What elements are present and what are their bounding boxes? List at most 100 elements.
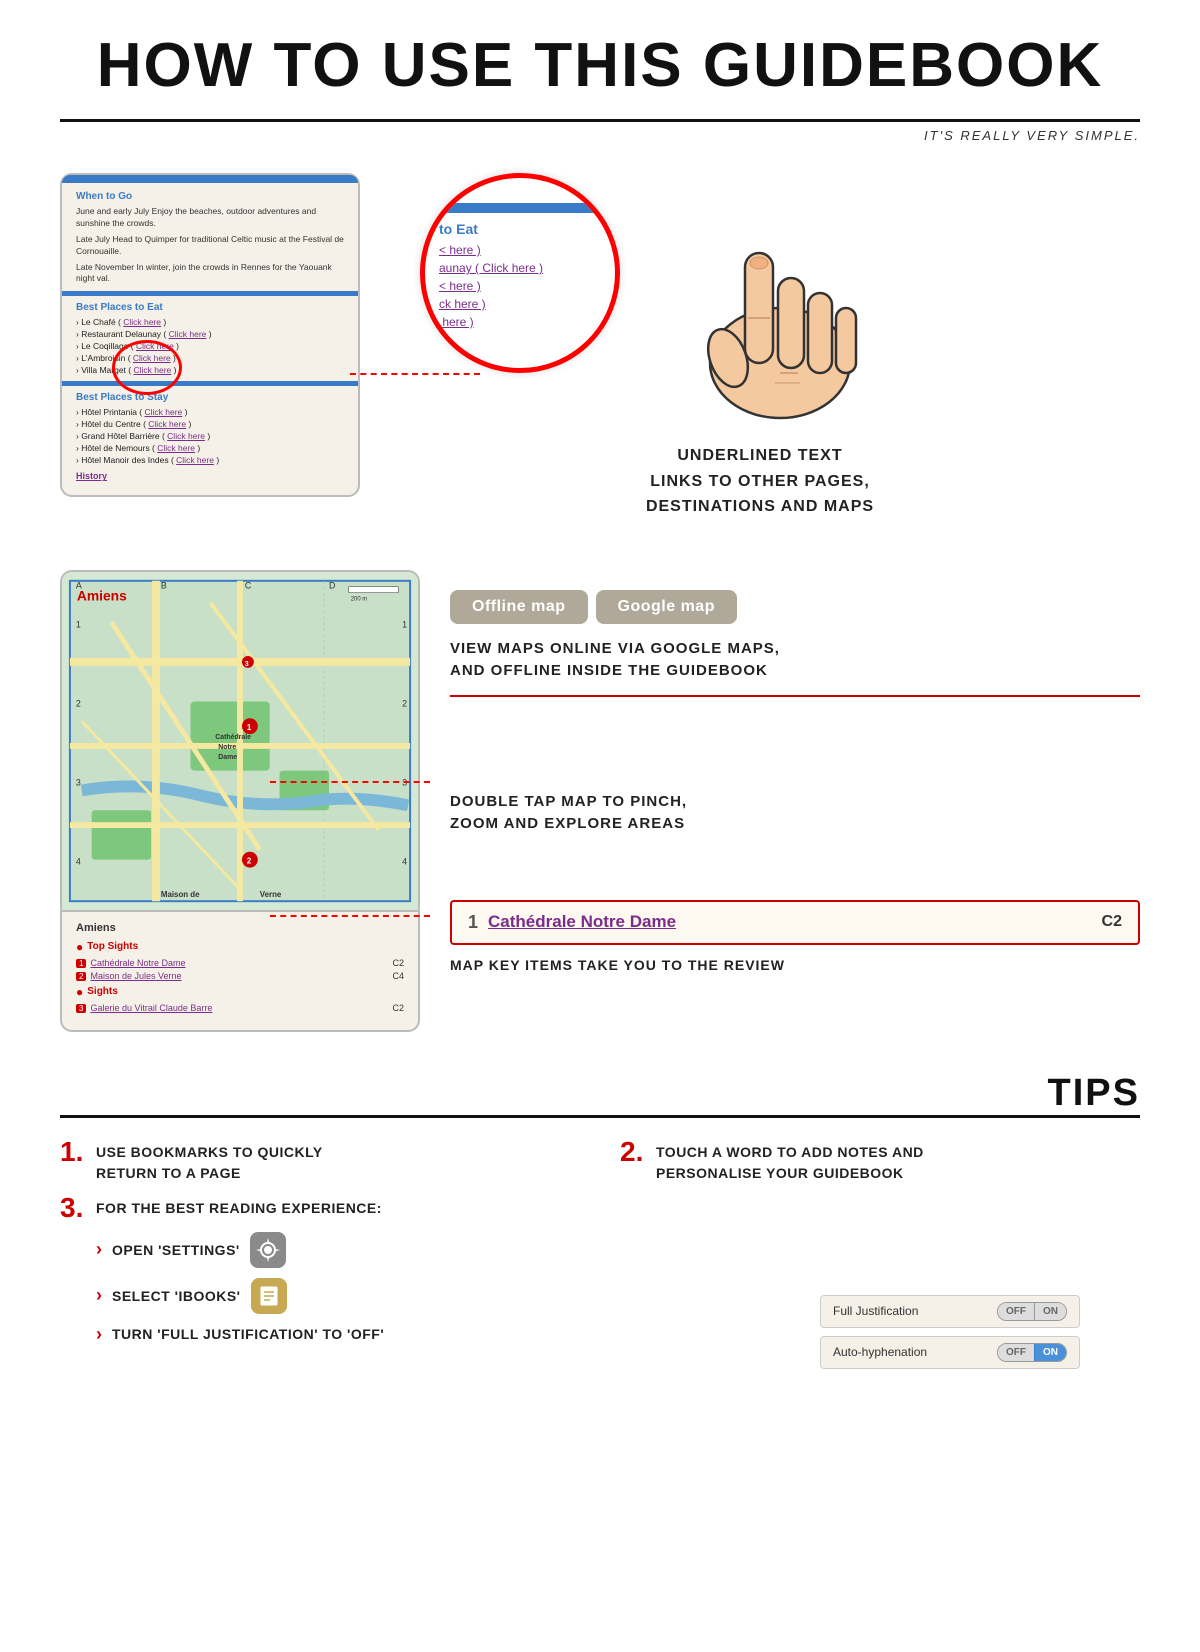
when-to-go-text1: June and early July Enjoy the beaches, o… (76, 206, 344, 230)
eat-item-2: › Restaurant Delaunay ( Click here ) (76, 329, 344, 339)
svg-text:Amiens: Amiens (77, 587, 127, 603)
tip-text-1: USE BOOKMARKS TO QUICKLYRETURN TO A PAGE (96, 1142, 323, 1184)
tips-grid: 1. USE BOOKMARKS TO QUICKLYRETURN TO A P… (60, 1138, 1140, 1369)
svg-text:Dame: Dame (218, 754, 237, 761)
stay-link-2[interactable]: Click here (148, 419, 186, 429)
hand-svg (640, 173, 900, 433)
tip-text-2: TOUCH A WORD TO ADD NOTES ANDPERSONALISE… (656, 1142, 924, 1184)
tip-text-3: FOR THE BEST READING EXPERIENCE: (96, 1198, 382, 1219)
ibooks-icon (251, 1278, 287, 1314)
stay-link-1[interactable]: Click here (145, 407, 183, 417)
tip-item-3: 3. FOR THE BEST READING EXPERIENCE: › Op… (60, 1194, 1140, 1369)
svg-text:Notre: Notre (218, 744, 236, 751)
zoom-link-4[interactable]: ck here ) (439, 297, 601, 311)
tip-number-2: 2. (620, 1138, 648, 1166)
eat-item-3: › Le Coqillage ( Click here ) (76, 341, 344, 351)
history-link[interactable]: History (76, 471, 107, 481)
hand-illustration (640, 173, 900, 433)
section2-maps: Amiens A B C D 1 2 3 4 1 2 3 4 1 2 (0, 550, 1200, 1052)
toggle-on-inactive-1: ON (1034, 1303, 1066, 1320)
zoom-link-2[interactable]: aunay ( Click here ) (439, 261, 601, 275)
stay-link-4[interactable]: Click here (157, 443, 195, 453)
eat-item-1: › Le Chafé ( Click here ) (76, 317, 344, 327)
svg-text:4: 4 (76, 856, 81, 866)
page-header: HOW TO USE THIS GUIDEBOOK (0, 0, 1200, 111)
svg-text:C: C (245, 580, 252, 590)
tips-title: TIPS (1048, 1072, 1140, 1115)
page-title: HOW TO USE THIS GUIDEBOOK (60, 30, 1140, 101)
links-caption: UNDERLINED TEXTLINKS TO OTHER PAGES,DEST… (646, 443, 874, 520)
map-key-number: 1 (468, 912, 478, 933)
settings-icon (250, 1232, 286, 1268)
svg-text:Cathédrale: Cathédrale (215, 734, 251, 741)
stay-link-5[interactable]: Click here (176, 455, 214, 465)
svg-text:2: 2 (76, 698, 81, 708)
toggle-row-2: Auto-hyphenation OFF ON (820, 1336, 1080, 1369)
toggle-switch-1[interactable]: OFF ON (997, 1302, 1067, 1321)
mockup-top-bar (62, 175, 358, 183)
map-key-area: 1 Cathédrale Notre Dame C2 MAP KEY ITEMS… (450, 890, 1140, 976)
stay-item-3: › Grand Hôtel Barrière ( Click here ) (76, 431, 344, 441)
eat-link-1[interactable]: Click here (123, 317, 161, 327)
map-city-label: Amiens (76, 922, 404, 934)
map-svg: Amiens A B C D 1 2 3 4 1 2 3 4 1 2 (62, 572, 418, 910)
chevron-icon-2: › (96, 1285, 102, 1306)
map-legend-item-3: 3Galerie du Vitrail Claude Barre C2 (76, 1003, 404, 1013)
header-divider (60, 119, 1140, 122)
svg-text:2: 2 (402, 698, 407, 708)
stay-item-2: › Hôtel du Centre ( Click here ) (76, 419, 344, 429)
map-mockup: Amiens A B C D 1 2 3 4 1 2 3 4 1 2 (60, 570, 420, 1032)
mockup-mid-bar (62, 291, 358, 296)
dotted-line-2 (270, 781, 430, 783)
highlight-circle (112, 340, 182, 395)
zoom-circle: to Eat < here ) aunay ( Click here ) < h… (420, 173, 620, 373)
tip-item-1: 1. USE BOOKMARKS TO QUICKLYRETURN TO A P… (60, 1138, 580, 1184)
mockup-mid-bar2 (62, 381, 358, 386)
zoom-link-1[interactable]: < here ) (439, 243, 601, 257)
best-eat-title: Best Places to Eat (76, 302, 344, 313)
svg-text:4: 4 (402, 856, 407, 866)
svg-text:D: D (329, 580, 335, 590)
svg-text:Verne: Verne (260, 890, 282, 899)
header-subtitle: IT'S REALLY VERY SIMPLE. (0, 128, 1200, 143)
when-to-go-title: When to Go (76, 191, 344, 202)
tips-header: TIPS (60, 1072, 1140, 1115)
chevron-icon-1: › (96, 1239, 102, 1260)
zoom-section-label: to Eat (439, 221, 601, 237)
when-to-go-text3: Late November In winter, join the crowds… (76, 262, 344, 286)
svg-text:3: 3 (76, 777, 81, 787)
svg-text:Maison de: Maison de (161, 890, 200, 899)
toggle-on-2: ON (1034, 1344, 1066, 1361)
map-legend: Amiens ● Top Sights 1Cathédrale Notre Da… (62, 912, 418, 1013)
tip3-subtext-3: Turn 'Full Justification' to 'off' (112, 1326, 384, 1342)
svg-text:1: 1 (247, 723, 252, 732)
google-map-button[interactable]: Google map (596, 590, 737, 624)
tip-item-2: 2. TOUCH A WORD TO ADD NOTES ANDPERSONAL… (620, 1138, 1140, 1184)
map-container: Amiens A B C D 1 2 3 4 1 2 3 4 1 2 (62, 572, 418, 912)
map-desc-2: DOUBLE TAP MAP TO PINCH,ZOOM AND EXPLORE… (450, 791, 1140, 836)
offline-map-button[interactable]: Offline map (450, 590, 588, 624)
toggle-on-inactive-2: OFF (998, 1344, 1034, 1361)
dotted-line-3 (270, 915, 430, 917)
tips-divider (60, 1115, 1140, 1118)
toggle-switch-2[interactable]: OFF ON (997, 1343, 1067, 1362)
zoom-link-5[interactable]: .here ) (439, 315, 601, 329)
tip3-subitem-1: › Open 'Settings' (96, 1232, 1140, 1268)
eat-link-2[interactable]: Click here (169, 329, 207, 339)
stay-link-3[interactable]: Click here (167, 431, 205, 441)
toggle-label-1: Full Justification (833, 1304, 918, 1318)
tip3-subtext-1: Open 'Settings' (112, 1242, 240, 1258)
map-key-link[interactable]: Cathédrale Notre Dame (488, 912, 1102, 932)
zoom-blue-bar (425, 203, 615, 213)
chevron-icon-3: › (96, 1324, 102, 1345)
svg-text:1: 1 (76, 619, 81, 629)
tip-number-3: 3. (60, 1194, 88, 1222)
map-desc2-area: DOUBLE TAP MAP TO PINCH,ZOOM AND EXPLORE… (450, 761, 1140, 836)
section1-right: to Eat < here ) aunay ( Click here ) < h… (380, 173, 1140, 520)
toggles-area: Full Justification OFF ON Auto-hyphenati… (820, 1295, 1080, 1369)
toggle-off-1: OFF (998, 1303, 1034, 1320)
zoom-link-3[interactable]: < here ) (439, 279, 601, 293)
section1-links: When to Go June and early July Enjoy the… (0, 163, 1200, 550)
map-key-desc: MAP KEY ITEMS TAKE YOU TO THE REVIEW (450, 955, 1140, 976)
stay-item-4: › Hôtel de Nemours ( Click here ) (76, 443, 344, 453)
